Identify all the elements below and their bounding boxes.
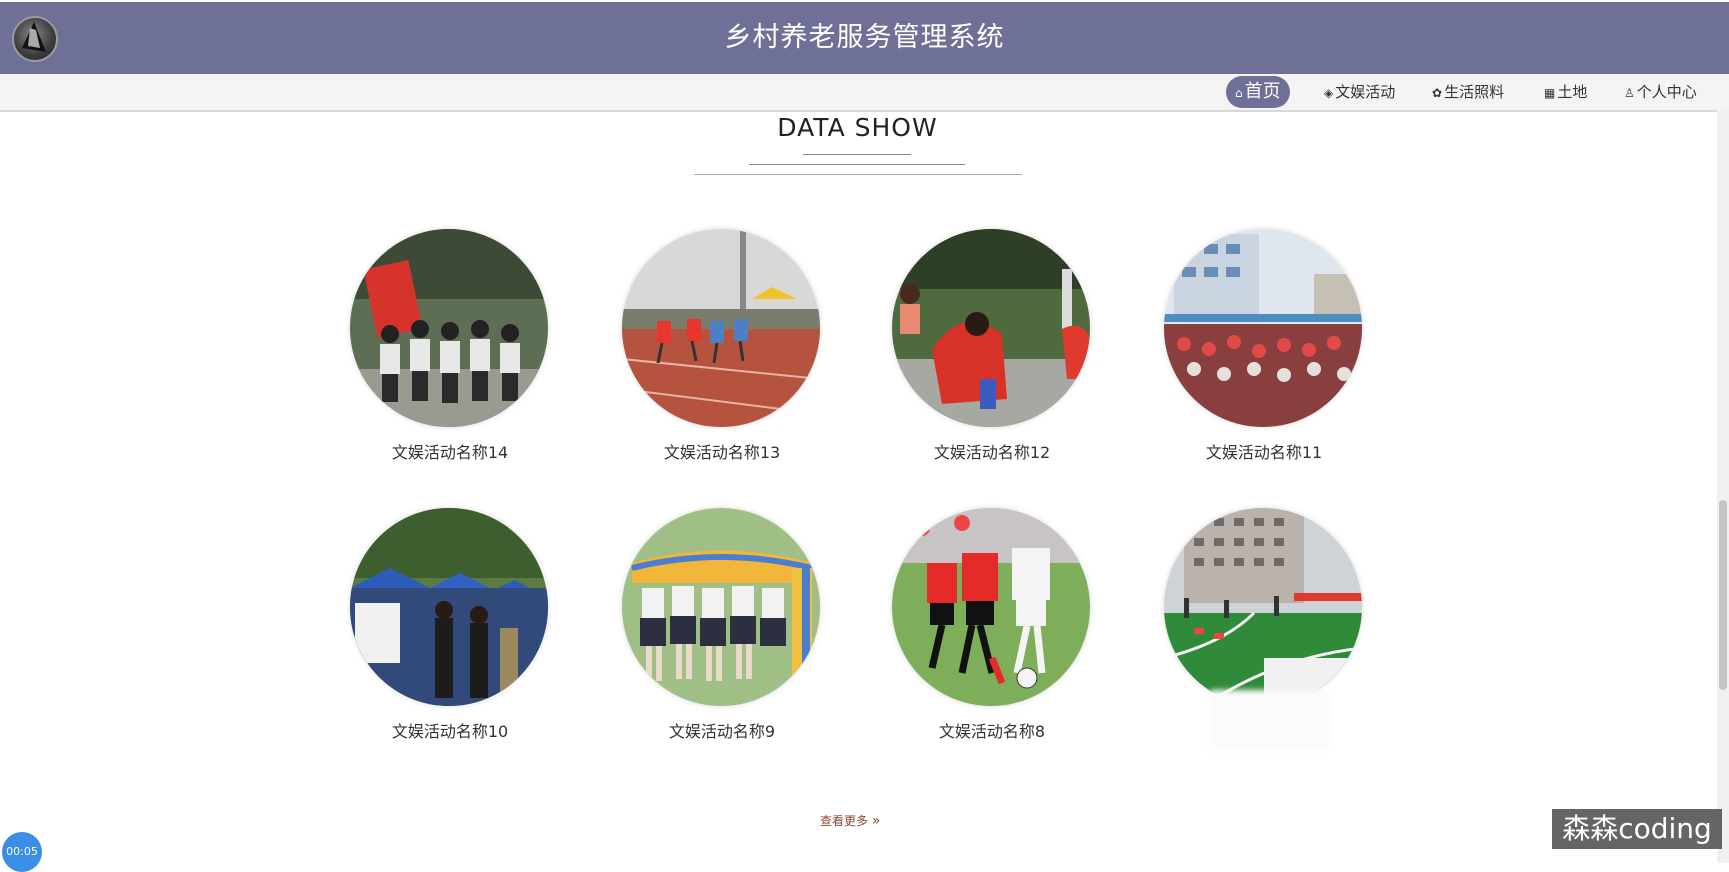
nav-item-profile[interactable]: ♙ 个人中心 xyxy=(1624,76,1697,108)
layers-icon: ◈ xyxy=(1324,86,1334,100)
user-icon: ♙ xyxy=(1624,86,1635,100)
nav-label-profile: 个人中心 xyxy=(1636,83,1697,101)
activity-photo[interactable] xyxy=(892,229,1090,427)
palette-icon: ✿ xyxy=(1432,86,1443,100)
activity-name[interactable]: 文娱活动名称13 xyxy=(622,439,822,463)
home-icon: ⌂ xyxy=(1235,86,1243,100)
activity-name[interactable]: 文娱活动名称14 xyxy=(350,439,550,463)
title-underline-long xyxy=(694,174,1022,175)
nav-item-home[interactable]: ⌂ 首页 xyxy=(1226,76,1290,108)
section-title: DATA SHOW xyxy=(777,113,938,142)
nav-bar: ⌂ 首页 ◈ 文娱活动 ✿ 生活照料 ▦ 土地 ♙ 个人中心 xyxy=(0,74,1729,112)
activity-photo[interactable] xyxy=(892,508,1090,706)
nav-item-land[interactable]: ▦ 土地 xyxy=(1544,76,1587,108)
activity-photo[interactable] xyxy=(622,508,820,706)
activity-card[interactable]: 文娱活动名称14 xyxy=(350,229,550,463)
activity-card[interactable]: 文娱活动名称12 xyxy=(892,229,1092,463)
activity-photo[interactable] xyxy=(350,508,548,706)
activity-name[interactable]: 文娱活动名称10 xyxy=(350,718,550,742)
view-more-link[interactable]: 查看更多 » xyxy=(820,812,880,829)
title-underline-short xyxy=(803,154,911,155)
recording-timer: 00:05 xyxy=(2,832,42,872)
activity-card[interactable]: 文娱活动名称13 xyxy=(622,229,822,463)
activity-photo[interactable] xyxy=(622,229,820,427)
activity-photo[interactable] xyxy=(350,229,548,427)
watermark: 森森coding xyxy=(1552,809,1722,849)
nav-label-land: 土地 xyxy=(1557,83,1588,101)
activity-name[interactable]: 文娱活动名称8 xyxy=(892,718,1092,742)
nav-item-entertainment[interactable]: ◈ 文娱活动 xyxy=(1324,76,1395,108)
nav-label-life-care: 生活照料 xyxy=(1444,83,1505,101)
scrollbar-thumb[interactable] xyxy=(1719,500,1727,690)
double-chevron-right-icon: » xyxy=(871,813,881,829)
activity-card[interactable] xyxy=(1164,508,1364,718)
header-bar: 乡村养老服务管理系统 xyxy=(0,2,1729,74)
activity-name[interactable]: 文娱活动名称12 xyxy=(892,439,1092,463)
view-more-label: 查看更多 xyxy=(820,814,869,828)
activity-photo[interactable] xyxy=(1164,508,1362,706)
grid-icon: ▦ xyxy=(1544,86,1556,100)
activity-photo[interactable] xyxy=(1164,229,1362,427)
blurred-overlay xyxy=(1210,690,1330,750)
activity-name[interactable]: 文娱活动名称9 xyxy=(622,718,822,742)
activity-card[interactable]: 文娱活动名称11 xyxy=(1164,229,1364,463)
activity-name[interactable]: 文娱活动名称11 xyxy=(1164,439,1364,463)
activity-card[interactable]: 文娱活动名称10 xyxy=(350,508,550,742)
nav-label-entertainment: 文娱活动 xyxy=(1335,83,1396,101)
site-title: 乡村养老服务管理系统 xyxy=(724,22,1005,53)
scrollbar-track[interactable] xyxy=(1717,110,1729,863)
nav-label-home: 首页 xyxy=(1244,81,1281,102)
activity-card[interactable]: 文娱活动名称8 xyxy=(892,508,1092,742)
nav-item-life-care[interactable]: ✿ 生活照料 xyxy=(1432,76,1504,108)
next-section-title-partial xyxy=(790,852,930,863)
activity-card[interactable]: 文娱活动名称9 xyxy=(622,508,822,742)
title-underline-mid xyxy=(749,164,965,165)
